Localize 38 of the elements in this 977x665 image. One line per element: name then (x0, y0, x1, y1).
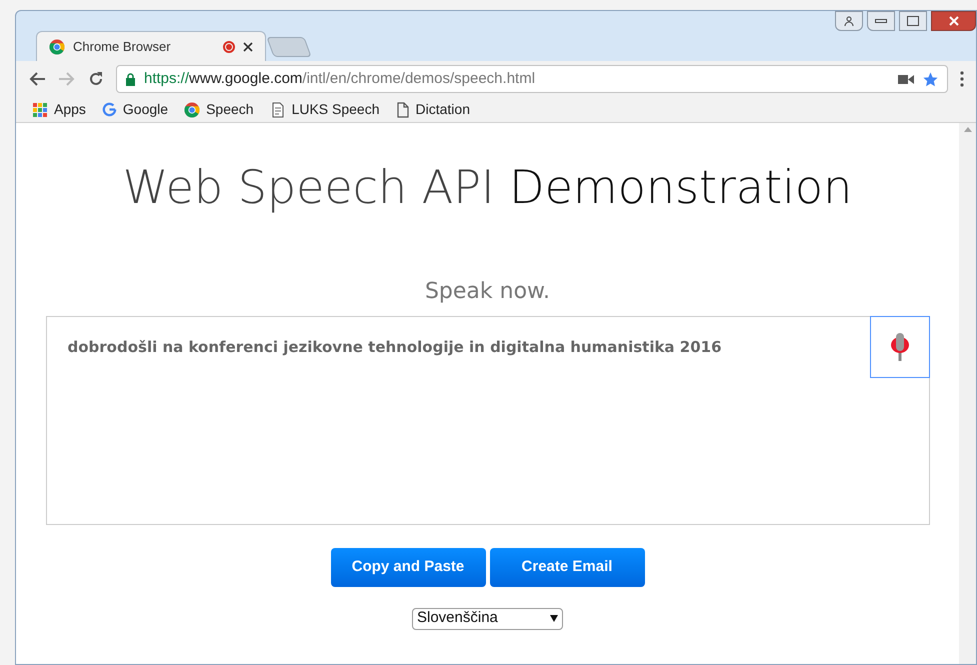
action-button[interactable]: Create Email (490, 548, 644, 586)
reload-icon[interactable] (88, 71, 104, 87)
page-title: Web Speech API Demonstration (122, 159, 852, 216)
document-pen-icon (270, 102, 286, 118)
status-text: Speak now. (424, 278, 550, 306)
browser-tab[interactable]: Chrome Browser (36, 31, 266, 61)
person-icon (844, 16, 854, 26)
tab-title: Chrome Browser (73, 38, 172, 56)
camera-icon[interactable] (898, 74, 914, 84)
bookmark-link[interactable]: Apps (32, 99, 86, 120)
close-button[interactable] (931, 11, 976, 31)
bookmark-link[interactable]: Dictation (396, 99, 470, 120)
microphone-icon (890, 332, 910, 360)
page-icon (396, 102, 410, 118)
star-icon[interactable] (922, 70, 939, 88)
maximize-button[interactable] (899, 11, 927, 31)
close-tab-icon[interactable] (243, 42, 253, 52)
language-select[interactable]: Slovenščina (412, 608, 563, 630)
bookmark-link[interactable]: Speech (184, 99, 254, 120)
minimize-button[interactable] (867, 11, 895, 31)
bookmark-link[interactable]: Google (102, 99, 168, 120)
scroll-up-icon (964, 127, 972, 132)
url-text: https://www.google.com/intl/en/chrome/demos/speech.html (144, 68, 536, 89)
profile-button[interactable] (835, 11, 863, 31)
dropdown-arrow-icon (550, 615, 558, 622)
action-button[interactable]: Copy and Paste (330, 548, 486, 586)
close-icon (948, 16, 958, 26)
menu-icon[interactable] (960, 71, 964, 87)
bookmark-link[interactable]: LUKS Speech (270, 99, 380, 120)
transcript-text: dobrodošli na konferenci jezikovne tehnologije in digitalna humanistika 2016 (66, 336, 722, 358)
grid-icon (32, 102, 48, 118)
google-g-icon (102, 102, 117, 117)
chrome-logo-icon (49, 38, 65, 54)
microphone-button[interactable] (870, 316, 930, 378)
address-field[interactable]: https://www.google.com/intl/en/chrome/demos/speech.html (116, 65, 948, 93)
back-icon[interactable] (28, 71, 46, 87)
lock-icon (125, 72, 136, 86)
chrome-logo-icon (184, 102, 200, 118)
